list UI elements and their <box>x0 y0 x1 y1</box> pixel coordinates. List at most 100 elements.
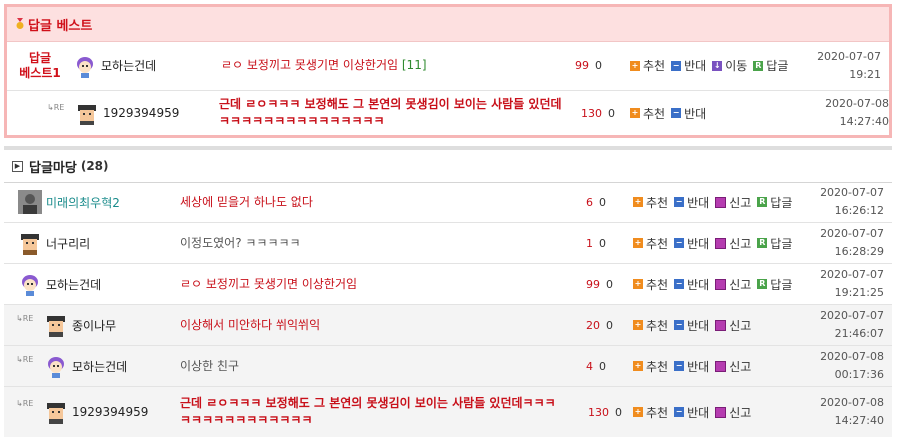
nickname[interactable]: 1929394959 <box>72 405 148 419</box>
move-down-icon: ↓ <box>712 60 723 71</box>
reply-board-title: 답글마당 <box>29 160 77 176</box>
reply-row: ↳RE 1929394959 근데 ㄹㅇㅋㅋㅋ 보정해도 그 본연의 못생김이 … <box>4 387 892 437</box>
reply-content[interactable]: ㄹㅇ 보정끼고 못생기면 이상한거임 <box>180 276 357 293</box>
down-count: 0 <box>599 236 606 250</box>
plus-icon: + <box>630 108 640 118</box>
up-count: 1 <box>586 236 593 250</box>
avatar[interactable] <box>44 354 68 378</box>
reply-row: 모하는건데 ㄹㅇ 보정끼고 못생기면 이상한거임 99 0 + 추천 − 반대 신고 … <box>4 264 892 305</box>
report-label: 신고 <box>729 236 752 251</box>
avatar[interactable] <box>44 313 68 337</box>
recommend-button[interactable]: + 추천 <box>633 235 668 252</box>
down-count: 0 <box>595 59 602 72</box>
nickname[interactable]: 미래의최우혁2 <box>46 194 120 211</box>
oppose-label: 반대 <box>687 236 710 251</box>
recommend-button[interactable]: + 추천 <box>630 105 665 122</box>
nickname[interactable]: 모하는건데 <box>72 358 127 375</box>
report-label: 신고 <box>729 318 752 333</box>
oppose-label: 반대 <box>687 359 710 374</box>
report-label: 신고 <box>729 359 752 374</box>
reply-button[interactable]: R 답글 <box>753 57 788 74</box>
collapse-toggle-icon[interactable]: ▶ <box>12 160 23 172</box>
oppose-button[interactable]: − 반대 <box>674 194 709 211</box>
reply-content[interactable]: 근데 ㄹㅇㅋㅋㅋ 보정해도 그 본연의 못생김이 보이는 사람들 있던데ㅋㅋㅋㅋ… <box>180 395 566 429</box>
oppose-button[interactable]: − 반대 <box>671 105 706 122</box>
reply-label: 답글 <box>766 59 789 73</box>
reply-arrow-icon: ↳RE <box>16 355 34 364</box>
reply-count[interactable]: [11] <box>402 58 427 72</box>
nickname[interactable]: 너구리리 <box>46 235 90 252</box>
oppose-label: 반대 <box>687 318 710 333</box>
report-button[interactable]: 신고 <box>715 358 751 375</box>
nickname[interactable]: 종이나무 <box>72 317 116 334</box>
move-button[interactable]: ↓ 이동 <box>712 57 747 74</box>
recommend-button[interactable]: + 추천 <box>633 194 668 211</box>
nickname[interactable]: 1929394959 <box>103 106 179 120</box>
oppose-button[interactable]: − 반대 <box>674 235 709 252</box>
post-date: 2020-07-08 00:17:36 <box>820 350 884 381</box>
recommend-label: 추천 <box>646 277 669 292</box>
oppose-button[interactable]: − 반대 <box>671 57 706 74</box>
reply-arrow-icon: ↳RE <box>47 103 65 112</box>
report-button[interactable]: 신고 <box>715 235 751 252</box>
reply-button[interactable]: R 답글 <box>757 235 792 252</box>
reply-content[interactable]: ㄹㅇ 보정끼고 못생기면 이상한거임 [11] <box>221 57 427 74</box>
oppose-label: 반대 <box>684 106 707 121</box>
up-count: 6 <box>586 195 593 209</box>
report-label: 신고 <box>729 277 752 292</box>
report-label: 신고 <box>729 405 752 420</box>
reply-icon: R <box>753 60 764 71</box>
post-date: 2020-07-07 19:21 <box>817 49 881 81</box>
report-button[interactable]: 신고 <box>715 194 751 211</box>
recommend-button[interactable]: + 추천 <box>633 317 668 334</box>
report-button[interactable]: 신고 <box>715 276 751 293</box>
avatar[interactable] <box>18 231 42 255</box>
avatar[interactable] <box>18 190 42 214</box>
recommend-label: 추천 <box>643 59 666 73</box>
reply-content[interactable]: 이상한 친구 <box>180 358 239 375</box>
up-count: 130 <box>581 106 602 120</box>
best-row: ↳RE 1929394959 근데 ㄹㅇㅋㅋㅋ 보정해도 그 본연의 못생김이 … <box>7 91 889 135</box>
avatar[interactable] <box>18 272 42 296</box>
oppose-button[interactable]: − 반대 <box>674 317 709 334</box>
nickname[interactable]: 모하는건데 <box>46 276 101 293</box>
minus-icon: − <box>674 279 685 289</box>
oppose-button[interactable]: − 반대 <box>674 276 709 293</box>
report-icon <box>715 319 727 331</box>
reply-arrow-icon: ↳RE <box>16 314 34 323</box>
recommend-button[interactable]: + 추천 <box>633 404 668 421</box>
recommend-button[interactable]: + 추천 <box>633 276 668 293</box>
best-replies-title: 답글 베스트 <box>28 18 93 34</box>
report-icon <box>715 406 727 418</box>
down-count: 0 <box>599 359 606 373</box>
avatar[interactable] <box>73 54 97 78</box>
nickname[interactable]: 모하는건데 <box>101 57 156 74</box>
minus-icon: − <box>674 197 685 207</box>
down-count: 0 <box>599 195 606 209</box>
up-count: 99 <box>586 277 600 291</box>
reply-label: 답글 <box>770 277 793 292</box>
avatar[interactable] <box>44 400 68 424</box>
plus-icon: + <box>633 238 643 248</box>
reply-content[interactable]: 이정도였어? ㅋㅋㅋㅋㅋ <box>180 235 301 252</box>
reply-content[interactable]: 근데 ㄹㅇㅋㅋㅋ 보정해도 그 본연의 못생김이 보이는 사람들 있던데ㅋㅋㅋㅋ… <box>219 96 569 130</box>
reply-content[interactable]: 이상해서 미안하다 쒸익쒸익 <box>180 317 320 334</box>
post-date: 2020-07-08 14:27:40 <box>825 97 889 128</box>
reply-button[interactable]: R 답글 <box>757 276 792 293</box>
reply-button[interactable]: R 답글 <box>757 194 792 211</box>
oppose-button[interactable]: − 반대 <box>674 358 709 375</box>
recommend-label: 추천 <box>646 359 669 374</box>
reply-content[interactable]: 세상에 믿을거 하나도 없다 <box>180 194 313 211</box>
oppose-button[interactable]: − 반대 <box>674 404 709 421</box>
report-button[interactable]: 신고 <box>715 317 751 334</box>
report-button[interactable]: 신고 <box>715 404 751 421</box>
reply-board-header: ▶ 답글마당 (28) <box>4 150 892 183</box>
move-label: 이동 <box>725 59 748 73</box>
avatar[interactable] <box>75 101 99 125</box>
oppose-label: 반대 <box>687 195 710 210</box>
recommend-button[interactable]: + 추천 <box>633 358 668 375</box>
reply-row: 미래의최우혁2 세상에 믿을거 하나도 없다 60 + 추천 − 반대 신고 R 답글… <box>4 182 892 223</box>
plus-icon: + <box>633 279 643 289</box>
recommend-button[interactable]: + 추천 <box>630 57 665 74</box>
recommend-label: 추천 <box>646 236 669 251</box>
